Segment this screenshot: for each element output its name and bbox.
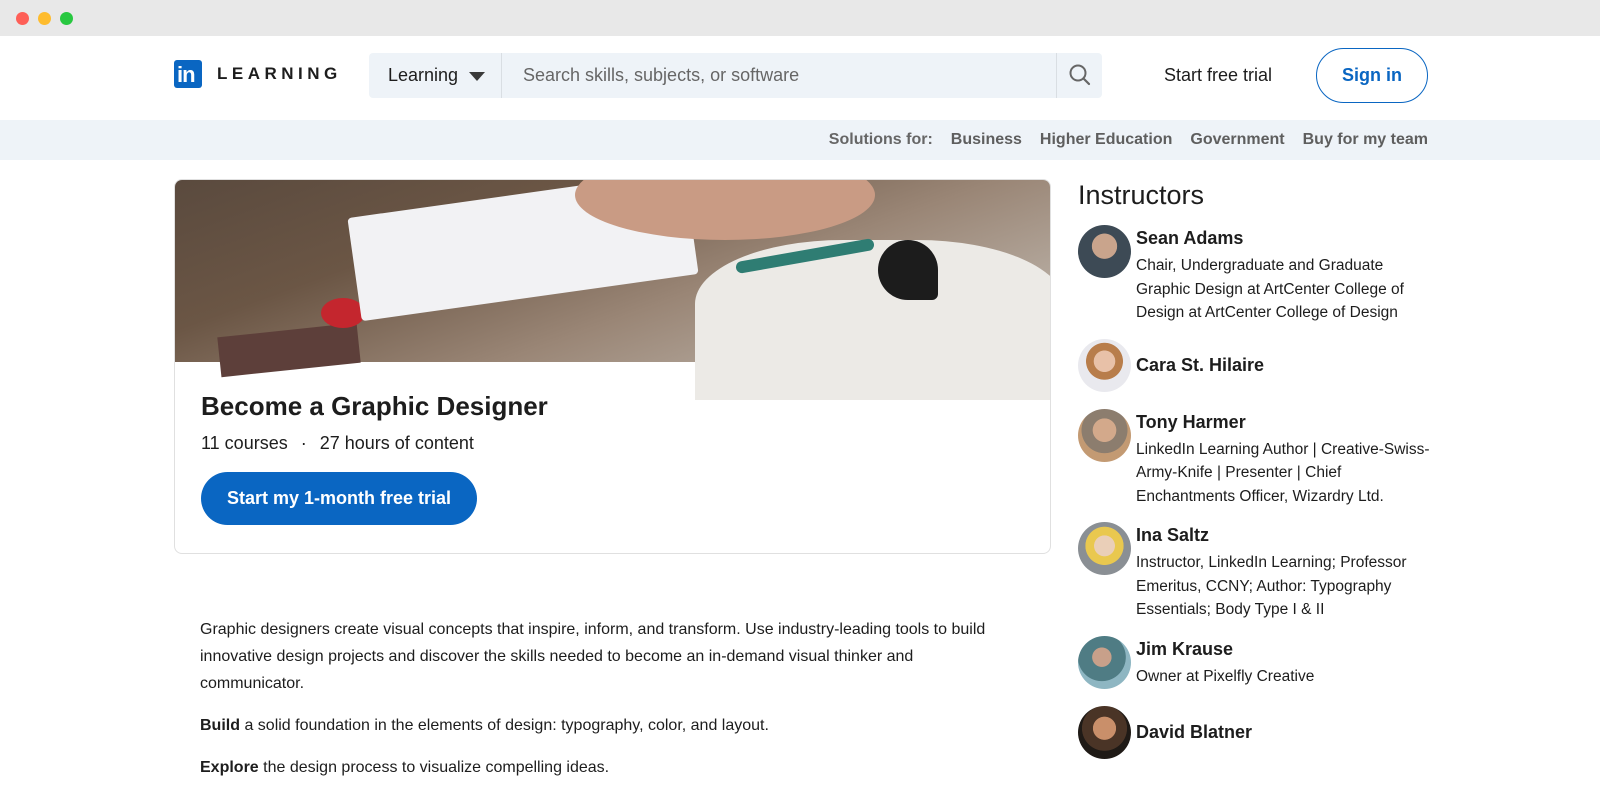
instructor-name[interactable]: Tony Harmer — [1136, 409, 1438, 433]
search-icon — [1069, 64, 1091, 86]
instructor-role: Instructor, LinkedIn Learning; Professor… — [1136, 554, 1407, 618]
caret-down-icon — [469, 72, 485, 81]
description-build: Build a solid foundation in the elements… — [200, 712, 1020, 739]
subnav-item-business[interactable]: Business — [951, 131, 1022, 149]
instructors-panel: Instructors Sean Adams Chair, Undergradu… — [1078, 180, 1438, 776]
instructor-item[interactable]: David Blatner — [1078, 705, 1438, 762]
top-navigation: in LEARNING Learning Start free trial Si… — [0, 36, 1600, 120]
avatar[interactable] — [1078, 225, 1131, 278]
solutions-label: Solutions for: — [828, 131, 933, 148]
instructor-name[interactable]: Jim Krause — [1136, 636, 1438, 660]
page-title: Become a Graphic Designer — [201, 391, 548, 421]
logo-text[interactable]: LEARNING — [217, 64, 342, 84]
avatar[interactable] — [1078, 408, 1131, 462]
instructor-role: Owner at Pixelfly Creative — [1136, 667, 1315, 685]
avatar[interactable] — [1078, 635, 1131, 689]
instructor-role: LinkedIn Learning Author | Creative-Swis… — [1136, 440, 1430, 505]
search-button[interactable] — [1056, 53, 1102, 98]
instructor-name[interactable]: David Blatner — [1136, 706, 1438, 743]
avatar[interactable] — [1078, 338, 1131, 392]
hero-image — [175, 180, 1050, 400]
avatar[interactable] — [1078, 522, 1131, 575]
description-explore: Explore the design process to visualize … — [200, 754, 1020, 781]
window-maximize-icon[interactable] — [60, 12, 73, 25]
path-description: Graphic designers create visual concepts… — [200, 616, 1020, 796]
start-trial-button[interactable]: Start my 1-month free trial — [201, 472, 477, 525]
instructor-name[interactable]: Sean Adams — [1136, 225, 1438, 249]
explore-text: the design process to visualize compelli… — [258, 759, 610, 776]
subnav-item-buy-for-team[interactable]: Buy for my team — [1303, 131, 1428, 149]
instructor-item[interactable]: Sean Adams Chair, Undergraduate and Grad… — [1078, 225, 1438, 325]
search-category-dropdown[interactable]: Learning — [369, 53, 502, 98]
subnav-item-government[interactable]: Government — [1190, 131, 1284, 149]
window-minimize-icon[interactable] — [38, 12, 51, 25]
instructor-name[interactable]: Ina Saltz — [1136, 522, 1438, 546]
search-category-label: Learning — [388, 65, 459, 85]
search-bar: Learning — [369, 53, 1102, 98]
path-meta: 11 courses · 27 hours of content — [201, 433, 474, 454]
content-hours: 27 hours of content — [319, 433, 474, 453]
course-count: 11 courses — [201, 433, 288, 453]
subnav-item-higher-education[interactable]: Higher Education — [1040, 131, 1172, 149]
instructor-item[interactable]: Tony Harmer LinkedIn Learning Author | C… — [1078, 408, 1438, 509]
browser-chrome — [0, 0, 1600, 36]
search-input[interactable] — [503, 53, 1046, 98]
linkedin-logo-icon[interactable]: in — [174, 60, 202, 88]
learning-path-card: Become a Graphic Designer 11 courses · 2… — [174, 179, 1051, 554]
start-free-trial-link[interactable]: Start free trial — [1164, 65, 1272, 86]
instructor-item[interactable]: Ina Saltz Instructor, LinkedIn Learning;… — [1078, 522, 1438, 622]
solutions-subnav: Solutions for: Business Higher Education… — [0, 120, 1600, 160]
instructor-role: Chair, Undergraduate and Graduate Graphi… — [1136, 257, 1404, 321]
instructor-item[interactable]: Jim Krause Owner at Pixelfly Creative — [1078, 635, 1438, 692]
explore-keyword: Explore — [200, 759, 259, 776]
window-close-icon[interactable] — [16, 12, 29, 25]
description-intro: Graphic designers create visual concepts… — [200, 621, 986, 692]
meta-separator: · — [300, 433, 307, 453]
build-keyword: Build — [200, 717, 240, 734]
build-text: a solid foundation in the elements of de… — [240, 717, 769, 734]
instructor-item[interactable]: Cara St. Hilaire — [1078, 338, 1438, 395]
sign-in-button[interactable]: Sign in — [1316, 48, 1428, 103]
instructor-name[interactable]: Cara St. Hilaire — [1136, 339, 1438, 376]
avatar[interactable] — [1078, 705, 1131, 759]
instructors-heading: Instructors — [1078, 180, 1205, 210]
